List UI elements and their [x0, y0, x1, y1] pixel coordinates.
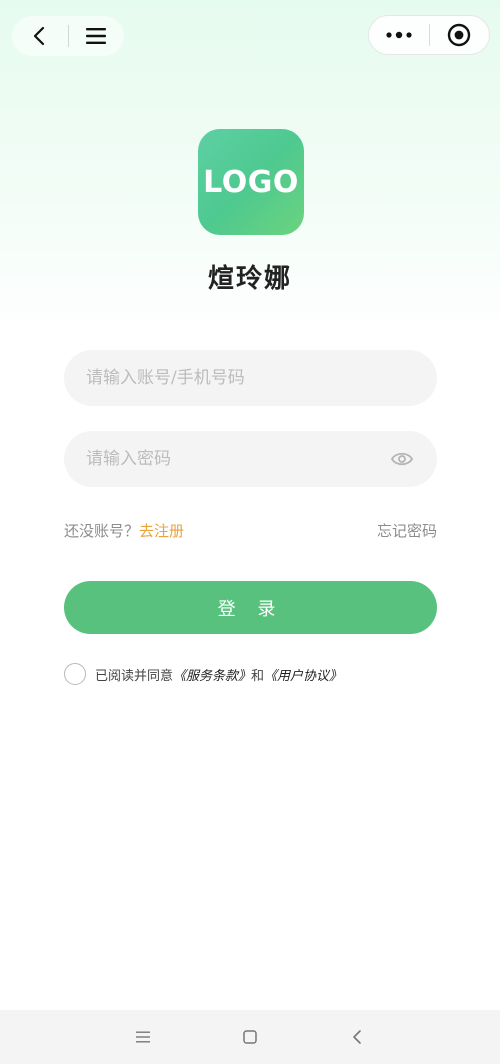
password-field[interactable]: [64, 431, 437, 487]
back-button[interactable]: [12, 16, 68, 56]
eye-icon: [391, 452, 413, 466]
system-home-button[interactable]: [230, 1017, 270, 1057]
more-dots-icon: [386, 31, 412, 39]
logo-text: LOGO: [203, 164, 299, 200]
user-agreement-link[interactable]: 《用户协议》: [264, 665, 342, 684]
password-visibility-toggle[interactable]: [389, 446, 415, 472]
system-navigation-bar: [0, 1010, 500, 1064]
password-input[interactable]: [86, 449, 389, 469]
hamburger-menu-icon: [86, 28, 107, 44]
account-field[interactable]: [64, 350, 437, 406]
login-page: LOGO 煊玲娜 还没账号？去注册 忘记密码 登 录 已阅读并同意 《服务条款》…: [0, 0, 500, 1064]
system-menu-button[interactable]: [123, 1017, 163, 1057]
login-button[interactable]: 登 录: [64, 581, 437, 634]
register-prompt: 还没账号？去注册: [64, 520, 184, 541]
no-account-text: 还没账号？: [64, 521, 140, 540]
system-back-button[interactable]: [337, 1017, 377, 1057]
chevron-left-icon: [33, 26, 44, 46]
menu-button[interactable]: [68, 16, 124, 56]
terms-of-service-link[interactable]: 《服务条款》: [173, 665, 251, 684]
agreement-checkbox[interactable]: [64, 663, 86, 685]
app-name: 煊玲娜: [207, 264, 292, 294]
auth-links-row: 还没账号？去注册 忘记密码: [64, 518, 437, 542]
more-button[interactable]: [369, 16, 429, 54]
close-miniapp-button[interactable]: [429, 16, 489, 54]
agreement-prefix: 已阅读并同意: [95, 668, 174, 684]
forgot-password-link[interactable]: 忘记密码: [377, 520, 437, 541]
app-logo: LOGO: [198, 129, 304, 235]
agreement-and: 和: [251, 668, 265, 684]
account-input[interactable]: [86, 368, 415, 388]
nav-capsule-right: [368, 15, 490, 55]
register-link[interactable]: 去注册: [139, 522, 184, 540]
menu-lines-icon: [136, 1031, 151, 1043]
back-chevron-icon: [352, 1030, 361, 1044]
agreement-row: 已阅读并同意 《服务条款》 和 《用户协议》: [64, 662, 342, 686]
nav-capsule-left: [12, 16, 124, 56]
square-home-icon: [243, 1030, 257, 1044]
target-circle-icon: [448, 23, 471, 47]
